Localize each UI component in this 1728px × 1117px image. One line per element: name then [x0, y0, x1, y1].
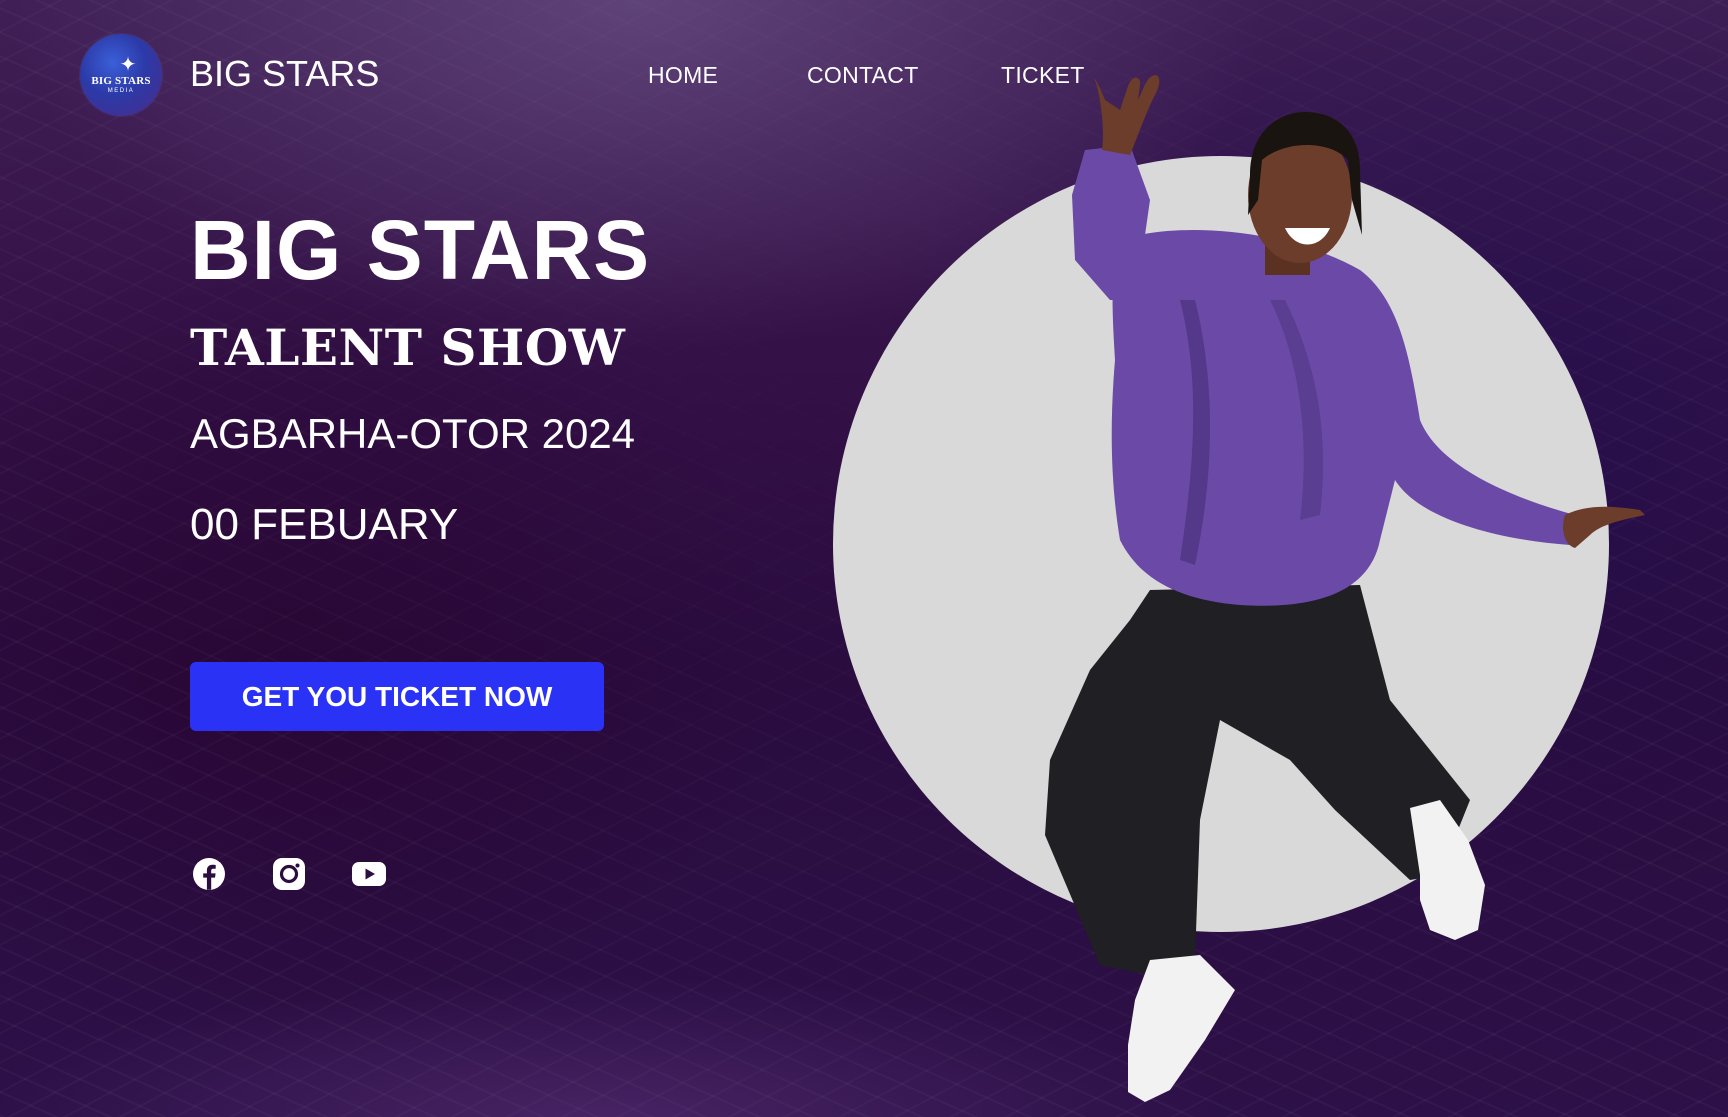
logo-subtext: MEDIA — [107, 88, 135, 94]
brand-logo[interactable]: ✦ BIG STARS MEDIA — [80, 34, 162, 116]
nav-contact-link[interactable]: CONTACT — [807, 61, 919, 89]
nav-home-link[interactable]: HOME — [648, 61, 718, 89]
hero-backdrop-circle — [833, 156, 1609, 932]
logo-text: BIG STARS — [91, 75, 151, 87]
facebook-icon[interactable] — [191, 856, 227, 892]
logo-star-icon: ✦ — [119, 52, 137, 76]
stage-haze — [0, 857, 1728, 1117]
event-location: AGBARHA-OTOR 2024 — [190, 410, 636, 457]
instagram-icon[interactable] — [271, 856, 307, 892]
hero-subtitle: TALENT SHOW — [190, 318, 626, 377]
get-ticket-button[interactable]: GET YOU TICKET NOW — [190, 662, 604, 731]
brand-name: BIG STARS — [190, 53, 380, 94]
nav-ticket-link[interactable]: TICKET — [1001, 61, 1085, 89]
youtube-icon[interactable] — [351, 856, 387, 892]
event-date: 00 FEBUARY — [190, 500, 459, 549]
hero-title: BIG STARS — [190, 203, 651, 297]
